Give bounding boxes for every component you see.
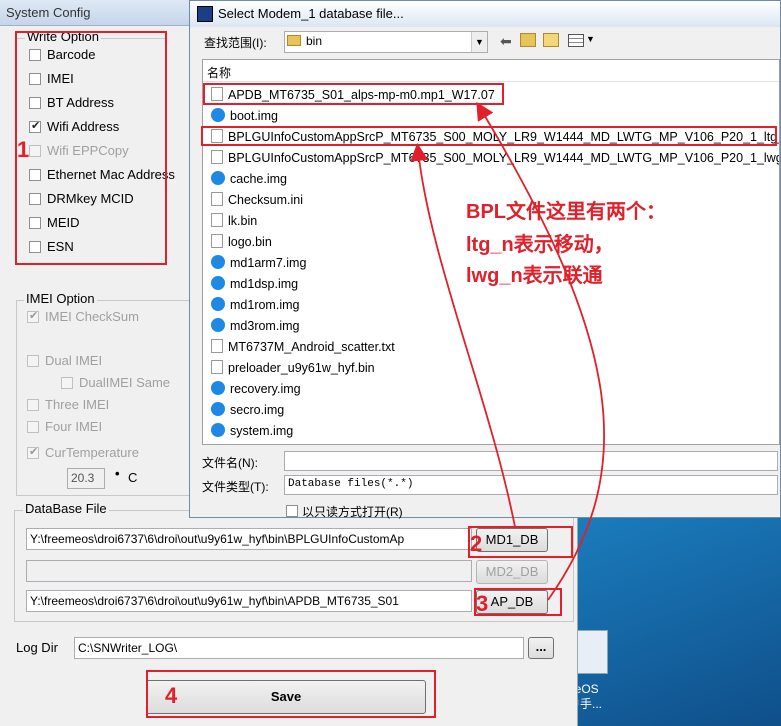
- annotation-arrows: [410, 101, 605, 601]
- arrow-ap-to-apdb: [476, 101, 605, 601]
- arrow-md1-to-bpl: [410, 142, 516, 528]
